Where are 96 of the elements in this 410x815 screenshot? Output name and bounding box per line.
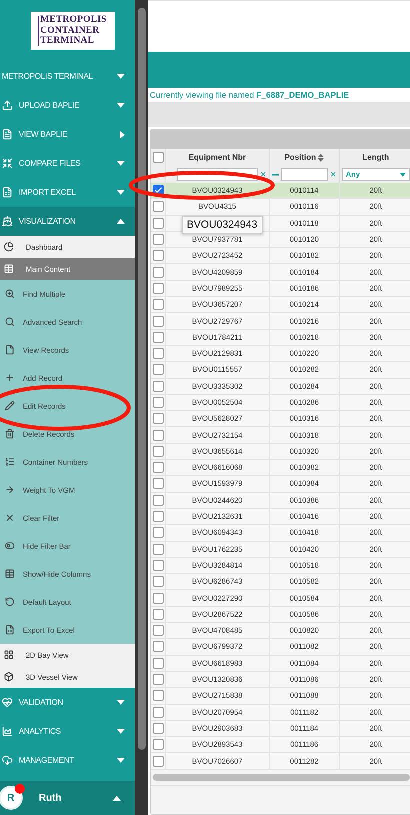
caret-icon <box>117 729 125 734</box>
menu-item[interactable]: ANALYTICS <box>0 717 135 746</box>
menu-item[interactable]: MANAGEMENT <box>0 746 135 775</box>
checkbox[interactable] <box>152 234 164 246</box>
clear-icon[interactable] <box>260 171 267 178</box>
caret-icon <box>117 103 125 108</box>
spreadsheet-icon <box>2 187 13 198</box>
tooltip: BVOU0324943 <box>182 216 263 234</box>
checkbox[interactable] <box>152 299 164 310</box>
caret-icon <box>117 74 125 79</box>
menu-item[interactable]: VIEW BAPLIE <box>0 120 135 149</box>
checkbox[interactable] <box>152 658 164 669</box>
checkbox[interactable] <box>152 462 164 474</box>
pencil-icon <box>5 401 15 411</box>
ship-icon <box>2 216 13 227</box>
table-icon <box>5 569 15 579</box>
checkbox[interactable] <box>152 544 164 555</box>
checkbox[interactable] <box>152 674 164 686</box>
grid-icon <box>4 650 14 660</box>
menu-item[interactable]: VISUALIZATION <box>0 207 135 236</box>
checkbox[interactable] <box>152 282 164 294</box>
checkbox[interactable] <box>152 446 164 457</box>
caret-icon <box>117 700 125 705</box>
checkbox[interactable] <box>152 576 164 588</box>
pie-chart-icon <box>4 242 14 252</box>
menu-item[interactable]: COMPARE FILES <box>0 149 135 178</box>
caret-icon <box>117 190 125 195</box>
user-name: Ruth <box>39 792 62 804</box>
logo: METROPOLIS CONTAINER TERMINAL <box>30 12 114 50</box>
checkbox[interactable] <box>152 332 164 343</box>
menu-item[interactable]: UPLOAD BAPLIE <box>0 91 135 120</box>
plus-icon <box>5 373 15 383</box>
arrow-icon <box>5 485 15 495</box>
list-icon <box>5 457 15 467</box>
zoom-icon <box>5 289 15 299</box>
checkbox[interactable] <box>152 722 164 734</box>
heart-icon <box>2 697 13 708</box>
area-chart-icon <box>2 726 13 737</box>
checkbox[interactable] <box>152 739 164 750</box>
filter-field[interactable] <box>281 168 328 181</box>
column-header[interactable]: Position <box>284 153 316 162</box>
horizontal-scrollbar[interactable] <box>153 774 410 781</box>
checkbox[interactable] <box>152 348 164 360</box>
sort-icon <box>318 154 324 162</box>
caret-icon <box>117 161 125 166</box>
caret-icon <box>117 758 125 763</box>
column-header[interactable]: Equipment Nbr <box>188 153 246 162</box>
checkbox[interactable] <box>152 266 164 278</box>
spreadsheet-icon <box>5 625 15 635</box>
checkbox[interactable] <box>152 380 164 392</box>
checkbox[interactable] <box>152 494 164 506</box>
clear-icon[interactable] <box>330 171 337 178</box>
checkbox[interactable] <box>152 413 164 424</box>
file-note: Currently viewing file named F_6887_DEMO_BAPLIE <box>149 89 350 102</box>
checkbox[interactable] <box>152 397 164 408</box>
caret-icon <box>113 796 121 800</box>
menu-item[interactable]: IMPORT EXCEL <box>0 178 135 207</box>
notification-dot <box>15 784 25 794</box>
checkbox[interactable] <box>152 608 164 620</box>
menu-item[interactable]: VALIDATION <box>0 688 135 717</box>
menu-item[interactable]: METROPOLIS TERMINAL <box>0 62 135 91</box>
checkbox[interactable] <box>152 316 164 327</box>
upload-icon <box>2 100 13 111</box>
checkbox[interactable] <box>152 690 164 702</box>
trash-icon <box>5 429 15 439</box>
checkbox[interactable] <box>152 250 164 262</box>
user-avatar[interactable]: R <box>0 786 23 810</box>
checkbox[interactable] <box>152 511 164 522</box>
scrollbar[interactable] <box>138 8 146 750</box>
caret-icon <box>117 219 125 224</box>
checkbox[interactable] <box>152 706 164 718</box>
column-header[interactable]: Length <box>362 153 390 162</box>
toggle-icon <box>5 541 15 551</box>
caret-icon <box>120 130 125 138</box>
table-icon <box>4 264 14 274</box>
checkbox[interactable] <box>152 592 164 604</box>
close-icon <box>5 513 15 523</box>
undo-icon <box>5 597 15 607</box>
checkbox[interactable] <box>152 478 164 490</box>
checkbox[interactable] <box>152 625 164 636</box>
checkbox[interactable] <box>152 152 164 163</box>
cloud-icon <box>2 755 13 766</box>
document-icon <box>5 345 15 355</box>
search-icon <box>5 317 15 327</box>
checkbox[interactable] <box>152 756 164 767</box>
checkbox[interactable] <box>152 364 164 376</box>
checkbox[interactable] <box>152 641 164 652</box>
document-icon <box>2 129 13 140</box>
checkbox[interactable] <box>152 527 164 538</box>
cube-icon <box>4 672 14 682</box>
caret-icon <box>400 172 406 176</box>
checkbox[interactable] <box>152 430 164 441</box>
checkbox[interactable] <box>152 560 164 571</box>
checkbox[interactable] <box>152 218 164 229</box>
arrows-icon <box>2 158 13 169</box>
checkbox[interactable] <box>152 201 164 212</box>
